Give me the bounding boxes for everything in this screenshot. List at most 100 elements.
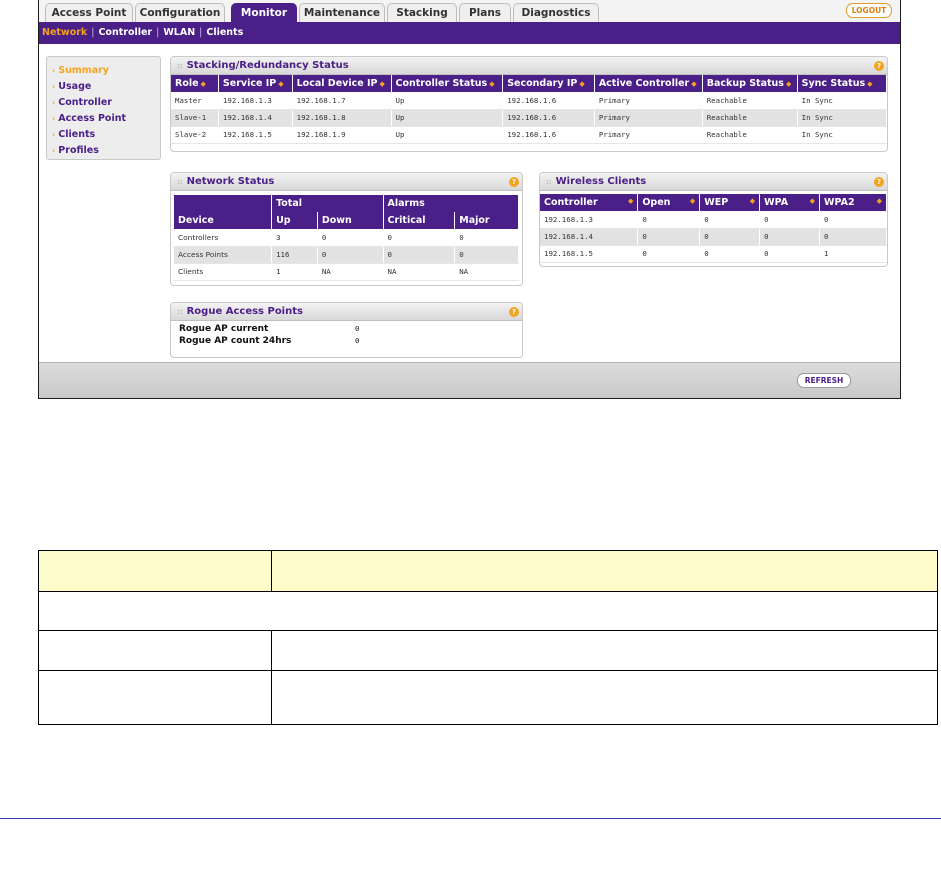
table-cell: 192.168.1.6 — [502, 126, 595, 144]
table-row: Access Points 116 0 0 0 — [174, 246, 519, 264]
column-header-open[interactable]: Open ◆ — [637, 194, 701, 211]
sidebar-item-label: Summary — [58, 65, 109, 76]
help-icon[interactable]: ? — [509, 177, 519, 187]
sidebar-item-label: Profiles — [58, 145, 99, 156]
column-header-wep[interactable]: WEP ◆ — [699, 194, 761, 211]
tab-access-point[interactable]: Access Point — [45, 3, 133, 22]
column-header-sync-status[interactable]: Sync Status ◆ — [797, 75, 887, 92]
drag-grip-icon[interactable]: :: — [177, 178, 183, 186]
column-header-controller[interactable]: Controller ◆ — [540, 194, 639, 211]
rogue-body: Rogue AP current 0 Rogue AP count 24hrs 0 — [171, 321, 522, 347]
sort-icon: ◆ — [691, 80, 697, 88]
table-cell: 192.168.1.3 — [218, 92, 293, 110]
column-header-service-ip[interactable]: Service IP ◆ — [218, 75, 293, 92]
table-row: Controllers 3 0 0 0 — [174, 229, 519, 247]
column-header-backup-status[interactable]: Backup Status ◆ — [702, 75, 798, 92]
sidebar-item-summary[interactable]: › Summary — [52, 63, 160, 79]
rogue-label: Rogue AP current — [179, 324, 269, 334]
network-status-panel: :: Network Status? Total Alarms Device Up — [170, 172, 523, 286]
document-table — [38, 550, 939, 725]
table-cell: Primary — [594, 109, 703, 127]
sidebar-item-label: Clients — [58, 129, 96, 140]
table-cell: 192.168.1.5 — [540, 245, 639, 263]
table-cell: Up — [391, 126, 504, 144]
table-cell: 192.168.1.6 — [502, 92, 595, 110]
chevron-right-icon: › — [52, 66, 56, 75]
sort-icon: ◆ — [809, 197, 816, 205]
help-icon[interactable]: ? — [874, 177, 884, 187]
sidebar-item-clients[interactable]: › Clients — [52, 127, 160, 143]
chevron-right-icon: › — [52, 82, 56, 91]
sidebar-item-access-point[interactable]: › Access Point — [52, 111, 160, 127]
document-table-row — [38, 670, 939, 725]
sidebar-item-usage[interactable]: › Usage — [52, 79, 160, 95]
tab-configuration[interactable]: Configuration — [135, 3, 225, 22]
document-table-header-row — [38, 550, 939, 592]
column-header-secondary-ip[interactable]: Secondary IP ◆ — [502, 75, 595, 92]
document-table-cell — [38, 630, 272, 671]
column-header-active-controller[interactable]: Active Controller ◆ — [594, 75, 703, 92]
subnav-clients[interactable]: Clients — [206, 27, 243, 38]
table-cell: 192.168.1.4 — [218, 109, 293, 127]
table-cell: 192.168.1.5 — [218, 126, 293, 144]
table-cell: Reachable — [702, 126, 798, 144]
table-cell: Up — [391, 92, 504, 110]
column-header-wpa[interactable]: WPA ◆ — [759, 194, 821, 211]
sidebar-menu: › Summary › Usage › Controller › Access Poin… — [46, 56, 161, 160]
subnav-controller[interactable]: Controller — [98, 27, 152, 38]
table-row: Clients 1 NA NA NA — [174, 263, 519, 281]
help-icon[interactable]: ? — [874, 61, 884, 71]
drag-grip-icon[interactable]: :: — [177, 308, 183, 316]
sort-icon: ◆ — [867, 80, 873, 88]
table-row: Slave-1 192.168.1.4 192.168.1.8 Up 192.168.1… — [171, 109, 887, 127]
drag-grip-icon[interactable]: :: — [546, 178, 552, 186]
help-icon[interactable]: ? — [509, 307, 519, 317]
sidebar-item-controller[interactable]: › Controller — [52, 95, 160, 111]
table-cell: 0 — [317, 229, 384, 247]
refresh-button[interactable]: REFRESH — [797, 373, 851, 388]
document-table-cell — [38, 670, 272, 725]
tab-monitor[interactable]: Monitor — [231, 3, 297, 22]
sort-icon: ◆ — [489, 80, 495, 88]
document-table-cell — [38, 591, 938, 631]
tab-maintenance[interactable]: Maintenance — [299, 3, 385, 22]
tab-diagnostics[interactable]: Diagnostics — [513, 3, 599, 22]
column-header-critical: Critical — [383, 212, 456, 229]
logout-button[interactable]: LOGOUT — [846, 3, 892, 18]
sort-icon: ◆ — [785, 80, 792, 88]
subnav-network[interactable]: Network — [42, 27, 87, 38]
sort-icon: ◆ — [278, 80, 284, 88]
column-header-local-device-ip[interactable]: Local Device IP ◆ — [292, 75, 392, 92]
sort-icon: ◆ — [379, 80, 385, 88]
table-cell: 3 — [271, 229, 318, 247]
drag-grip-icon[interactable]: :: — [177, 62, 183, 70]
group-header-total: Total — [271, 195, 384, 212]
table-cell: Reachable — [702, 92, 798, 110]
sidebar-item-profiles[interactable]: › Profiles — [52, 143, 160, 159]
rogue-label: Rogue AP count 24hrs — [179, 336, 292, 346]
table-cell: In Sync — [797, 109, 887, 127]
column-header-controller-status[interactable]: Controller Status ◆ — [391, 75, 504, 92]
column-header-wpa2[interactable]: WPA2 ◆ — [819, 194, 887, 211]
column-header-device: Device — [174, 212, 273, 229]
table-cell: 0 — [699, 228, 761, 246]
column-header-role[interactable]: Role ◆ — [171, 75, 219, 92]
rogue-row-current: Rogue AP current 0 — [179, 323, 514, 335]
tab-stacking[interactable]: Stacking — [387, 3, 457, 22]
main-tab-bar: Access Point Configuration Monitor Maint… — [39, 0, 900, 22]
group-header-alarms: Alarms — [383, 195, 520, 212]
panel-title: Wireless Clients — [555, 176, 647, 187]
table-cell: Slave-2 — [171, 126, 219, 144]
table-cell: 0 — [454, 229, 519, 247]
table-cell: 0 — [637, 211, 701, 229]
table-cell: Access Points — [174, 246, 273, 264]
sidebar-item-label: Access Point — [58, 113, 127, 124]
tab-plans[interactable]: Plans — [459, 3, 511, 22]
rogue-value: 0 — [355, 324, 360, 333]
content-area: › Summary › Usage › Controller › Access Poin… — [39, 44, 900, 362]
group-header-blank — [174, 195, 273, 212]
subnav-wlan[interactable]: WLAN — [163, 27, 195, 38]
table-cell: 0 — [454, 246, 519, 264]
document-table-cell — [38, 550, 272, 592]
table-cell: NA — [454, 263, 519, 281]
